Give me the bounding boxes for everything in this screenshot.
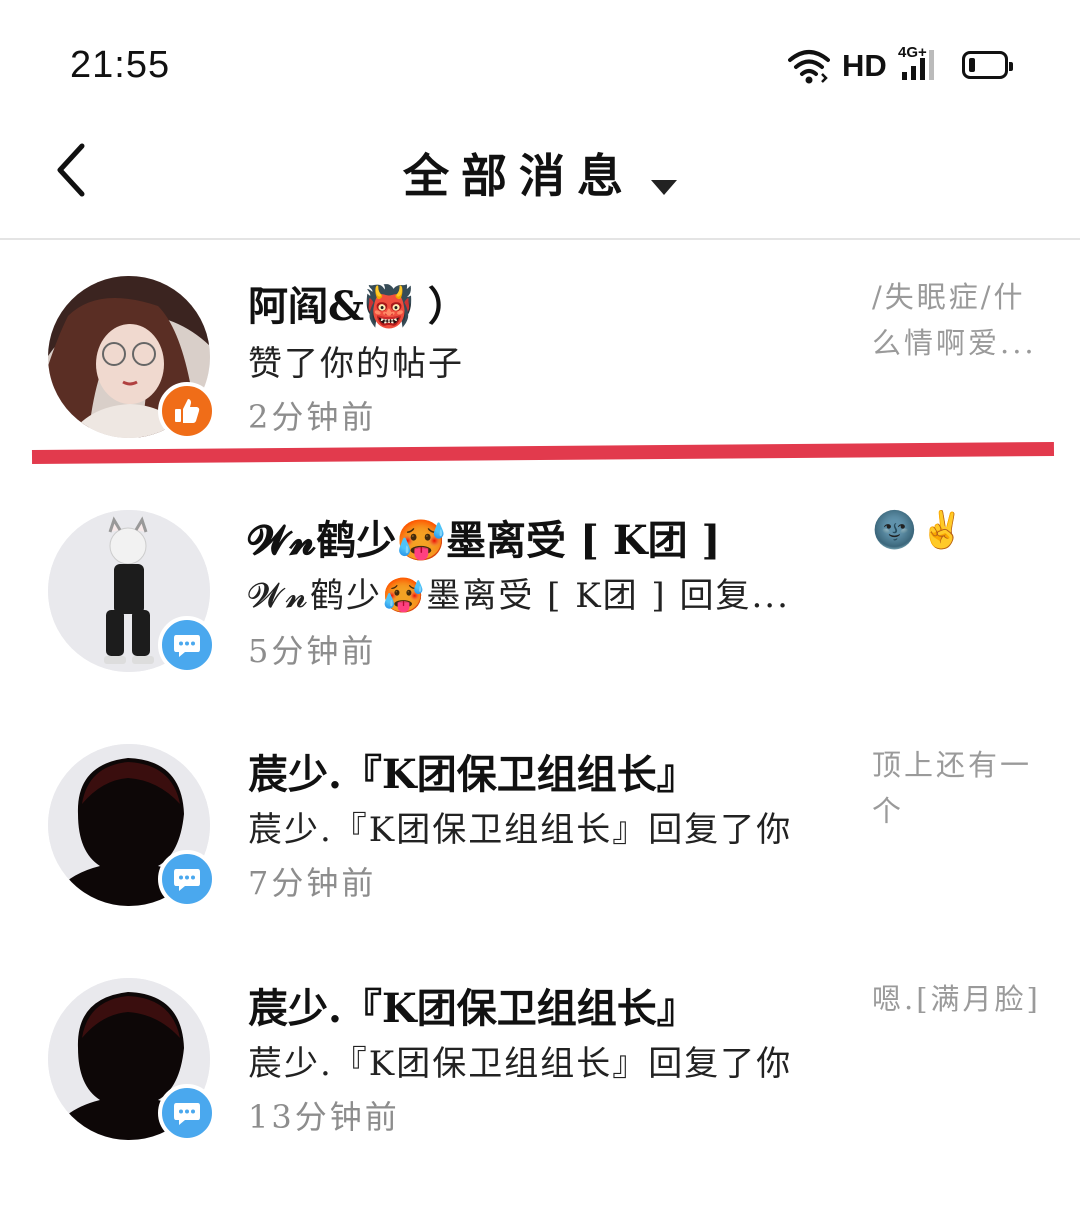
chat-bubble-icon <box>158 1084 216 1142</box>
top-navigation-bar: 全部消息 <box>0 120 1080 240</box>
message-time: 2分钟前 <box>248 398 377 436</box>
thumbs-up-icon <box>158 382 216 440</box>
hd-indicator: HD <box>842 48 887 83</box>
battery-icon <box>962 51 1013 79</box>
message-action: 莀少.『K团保卫组组长』回复了你 <box>248 810 793 850</box>
battery-level <box>969 58 975 72</box>
message-time: 5分钟前 <box>248 632 377 670</box>
sender-name: 莀少.『K团保卫组组长』 <box>248 751 697 798</box>
title-dropdown[interactable]: 全部消息 <box>0 140 1080 206</box>
message-action: 莀少.『K团保卫组组长』回复了你 <box>248 1044 793 1084</box>
message-time: 13分钟前 <box>248 1098 400 1136</box>
clock: 21:55 <box>70 44 171 86</box>
message-item[interactable]: 𝓦𝓷鹤少🥵墨离受 [ K团 ] 𝓦𝓷鹤少🥵墨离受 [ K团 ] 回复... 5分… <box>0 494 1080 694</box>
cellular-signal-icon: 4G+ <box>898 44 942 84</box>
wifi-icon <box>788 50 830 84</box>
chat-bubble-icon <box>158 616 216 674</box>
status-bar: 21:55 HD 4G+ <box>0 0 1080 120</box>
sender-name: 𝓦𝓷鹤少🥵墨离受 [ K团 ] <box>248 517 721 564</box>
message-item[interactable]: 阿阎&👹 ） 赞了你的帖子 2分钟前 /失眠症/什么情啊爱... <box>0 260 1080 460</box>
message-item[interactable]: 莀少.『K团保卫组组长』 莀少.『K团保卫组组长』回复了你 7分钟前 顶上还有一… <box>0 728 1080 928</box>
caret-down-icon <box>651 180 677 195</box>
message-time: 7分钟前 <box>248 864 377 902</box>
message-action: 𝓦𝓷鹤少🥵墨离受 [ K团 ] 回复... <box>248 576 790 616</box>
battery-nub <box>1009 62 1013 71</box>
sender-name: 阿阎&👹 ） <box>248 283 468 330</box>
message-preview: 顶上还有一个 <box>872 748 1033 828</box>
message-preview: 嗯.[满月脸] <box>872 982 1041 1016</box>
sender-name: 莀少.『K团保卫组组长』 <box>248 985 697 1032</box>
message-action: 赞了你的帖子 <box>248 344 464 384</box>
chat-bubble-icon <box>158 850 216 908</box>
message-preview: /失眠症/什么情啊爱... <box>872 280 1037 360</box>
message-preview: 🌚✌️ <box>872 510 968 551</box>
page-title: 全部消息 <box>403 149 635 203</box>
message-item[interactable]: 莀少.『K团保卫组组长』 莀少.『K团保卫组组长』回复了你 13分钟前 嗯.[满… <box>0 962 1080 1162</box>
